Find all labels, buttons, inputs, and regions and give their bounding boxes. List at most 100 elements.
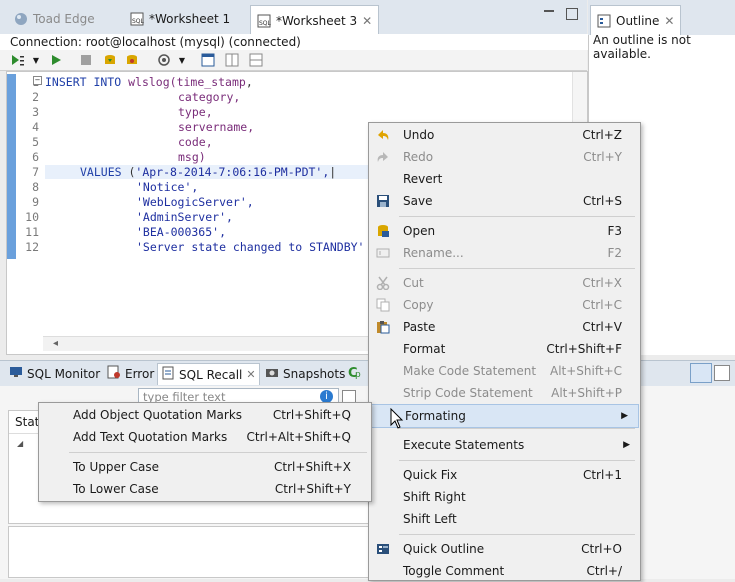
tab-label: Toad Edge xyxy=(33,12,95,26)
run-statement-icon[interactable] xyxy=(48,52,64,68)
chevron-down-icon[interactable]: ▼ xyxy=(174,52,190,68)
close-icon[interactable]: ✕ xyxy=(362,14,372,28)
menu-item-formating[interactable]: Formating ▶ xyxy=(370,404,639,428)
tab-worksheet-1[interactable]: SQL *Worksheet 1 xyxy=(124,7,236,31)
line-number: 7 xyxy=(32,165,39,179)
rollback-icon[interactable] xyxy=(124,52,140,68)
line-number: 12 xyxy=(25,240,39,254)
menu-item-add-object-quotation-marks[interactable]: Add Object Quotation Marks Ctrl+Shift+Q xyxy=(39,404,371,426)
view-grid-icon[interactable] xyxy=(690,363,712,383)
mouse-cursor-icon xyxy=(390,407,406,430)
code-line: INSERT INTO wlslog(time_stamp, xyxy=(45,75,253,89)
rename-icon xyxy=(375,245,391,261)
copy-icon xyxy=(375,297,391,313)
code-line-current: VALUES ('Apr-8-2014-7:06:16-PM-PDT',| xyxy=(45,165,370,179)
layout-two-icon[interactable] xyxy=(224,52,240,68)
line-number: 5 xyxy=(32,135,39,149)
sql-recall-icon xyxy=(161,366,175,383)
line-number: 3 xyxy=(32,105,39,119)
code-line: msg) xyxy=(178,150,206,164)
globe-icon xyxy=(14,12,28,26)
monitor-icon xyxy=(9,366,23,381)
menu-item-shift-left[interactable]: Shift Left xyxy=(369,508,640,530)
menu-item-open[interactable]: Open F3 xyxy=(369,220,640,242)
menu-item-to-lower-case[interactable]: To Lower Case Ctrl+Shift+Y xyxy=(39,478,371,500)
redo-icon xyxy=(375,149,391,165)
layout-one-icon[interactable] xyxy=(200,52,216,68)
sql-file-icon: SQL xyxy=(257,14,271,28)
error-log-icon xyxy=(107,365,121,382)
fold-icon[interactable]: − xyxy=(33,76,42,85)
menu-item-to-upper-case[interactable]: To Upper Case Ctrl+Shift+X xyxy=(39,456,371,478)
menu-item-add-text-quotation-marks[interactable]: Add Text Quotation Marks Ctrl+Alt+Shift+… xyxy=(39,426,371,448)
menu-separator xyxy=(399,268,635,269)
commit-icon[interactable] xyxy=(102,52,118,68)
line-number: 9 xyxy=(32,195,39,209)
tab-overflow-icon: Cp xyxy=(347,365,361,382)
save-icon xyxy=(375,193,391,209)
view-list-icon[interactable] xyxy=(714,365,730,381)
tab-overflow[interactable]: Cp xyxy=(344,363,364,384)
tab-snapshots[interactable]: Snapshots xyxy=(262,363,348,384)
expand-icon[interactable]: ◢ xyxy=(17,439,23,448)
execute-script-icon[interactable] xyxy=(10,52,26,68)
open-db-icon xyxy=(375,223,391,239)
tab-sql-monitor[interactable]: SQL Monitor xyxy=(6,363,103,384)
menu-item-cut[interactable]: Cut Ctrl+X xyxy=(369,272,640,294)
tab-toad-edge[interactable]: Toad Edge xyxy=(8,7,101,31)
code-line: 'AdminServer', xyxy=(136,210,233,224)
tab-label: *Worksheet 1 xyxy=(149,12,231,26)
outline-tab-bar: Outline ✕ xyxy=(588,0,735,36)
maximize-icon[interactable] xyxy=(566,8,578,20)
svg-text:SQL: SQL xyxy=(259,20,271,27)
minimize-icon[interactable] xyxy=(544,10,554,12)
undo-icon xyxy=(375,127,391,143)
menu-separator xyxy=(69,452,367,453)
menu-item-quick-outline[interactable]: Quick Outline Ctrl+O xyxy=(369,538,640,560)
tab-outline[interactable]: Outline ✕ xyxy=(590,5,682,36)
sql-file-icon: SQL xyxy=(130,12,144,26)
menu-item-save[interactable]: Save Ctrl+S xyxy=(369,190,640,212)
tab-label: Outline xyxy=(616,14,660,28)
menu-item-make-code-statement[interactable]: Make Code Statement Alt+Shift+C xyxy=(369,360,640,382)
code-line: 'WebLogicServer', xyxy=(136,195,254,209)
code-line: code, xyxy=(178,135,213,149)
menu-item-copy[interactable]: Copy Ctrl+C xyxy=(369,294,640,316)
svg-text:p: p xyxy=(355,370,361,379)
menu-item-quick-fix[interactable]: Quick Fix Ctrl+1 xyxy=(369,464,640,486)
connection-status: Connection: root@localhost (mysql) (conn… xyxy=(0,34,597,50)
tab-label: SQL Recall xyxy=(179,367,243,382)
menu-separator xyxy=(399,428,635,429)
quick-outline-icon xyxy=(375,541,391,557)
menu-item-redo[interactable]: Redo Ctrl+Y xyxy=(369,146,640,168)
line-number: 4 xyxy=(32,120,39,134)
code-line: category, xyxy=(178,90,241,104)
editor-context-menu: Undo Ctrl+Z Redo Ctrl+Y Revert Save Ctrl… xyxy=(368,122,641,581)
chevron-down-icon[interactable]: ▼ xyxy=(28,52,44,68)
code-line: servername, xyxy=(178,120,255,134)
transaction-icon[interactable] xyxy=(156,52,172,68)
scroll-left-icon[interactable]: ◂ xyxy=(53,338,58,349)
change-marker xyxy=(7,74,16,259)
line-number: 8 xyxy=(32,180,39,194)
stop-icon[interactable] xyxy=(78,52,94,68)
outline-icon xyxy=(597,14,611,28)
editor-toolbar: ▼ ▼ xyxy=(0,50,587,71)
close-icon[interactable]: ✕ xyxy=(246,368,255,381)
menu-item-paste[interactable]: Paste Ctrl+V xyxy=(369,316,640,338)
tab-error[interactable]: Error xyxy=(104,363,157,384)
menu-item-strip-code-statement[interactable]: Strip Code Statement Alt+Shift+P xyxy=(369,382,640,404)
menu-item-format[interactable]: Format Ctrl+Shift+F xyxy=(369,338,640,360)
menu-item-undo[interactable]: Undo Ctrl+Z xyxy=(369,124,640,146)
line-number: 10 xyxy=(25,210,39,224)
svg-text:SQL: SQL xyxy=(132,18,144,25)
tab-worksheet-3[interactable]: SQL *Worksheet 3 ✕ xyxy=(250,5,380,36)
tab-sql-recall[interactable]: SQL Recall ✕ xyxy=(157,363,260,385)
menu-item-shift-right[interactable]: Shift Right xyxy=(369,486,640,508)
close-icon[interactable]: ✕ xyxy=(664,14,674,28)
menu-item-execute-statements[interactable]: Execute Statements ▶ xyxy=(369,434,640,456)
menu-item-rename[interactable]: Rename... F2 xyxy=(369,242,640,264)
menu-separator xyxy=(399,460,635,461)
menu-item-revert[interactable]: Revert xyxy=(369,168,640,190)
layout-three-icon[interactable] xyxy=(248,52,264,68)
